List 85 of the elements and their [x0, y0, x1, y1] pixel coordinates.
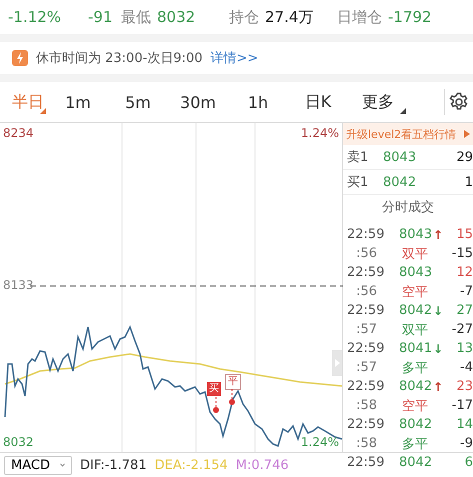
trade-change: -7 — [459, 284, 473, 299]
stat-value: 8032 — [157, 8, 196, 26]
percent-label: 1.24% — [300, 435, 339, 449]
play-icon — [464, 130, 470, 138]
trade-type: 双平 — [401, 322, 429, 338]
change-percent: -1.12% — [7, 8, 62, 26]
trend-arrow: ↓ — [433, 304, 444, 318]
trade-time: 22:59 — [347, 227, 386, 242]
trade-price: 8042 — [399, 417, 432, 432]
price-label: 8234 — [3, 126, 34, 140]
trade-price: 8042 — [399, 455, 432, 470]
trade-seconds: :57 — [355, 322, 378, 337]
upgrade-text: 升级level2看五档行情 — [346, 126, 456, 142]
period-tab[interactable]: 30m — [168, 82, 228, 122]
lightning-icon — [12, 50, 28, 66]
stat-label: 日增仓 — [337, 8, 382, 26]
notice-text: 休市时间为 23:00-次日9:00 — [36, 50, 202, 67]
period-tab[interactable]: 1m — [48, 82, 108, 122]
marker-pin — [213, 397, 219, 413]
trade-time: 22:59 — [347, 341, 386, 356]
level-label: 买1 — [347, 174, 370, 191]
percent-label: 1.24% — [300, 126, 339, 140]
trade-change: -17 — [450, 398, 473, 413]
indicator-value: DEA:-2.154 — [154, 458, 228, 472]
section-title: 分时成交 — [381, 199, 435, 217]
close-marker: 平 — [225, 374, 241, 390]
trend-arrow: ↑ — [433, 228, 444, 242]
trade-volume: 27 — [455, 303, 473, 318]
trade-time: 22:59 — [347, 379, 386, 394]
chevron-down-icon — [60, 462, 65, 468]
period-tab[interactable]: 1h — [228, 82, 288, 122]
indicator-dropdown[interactable]: MACD — [4, 456, 72, 474]
period-tab[interactable]: 5m — [108, 82, 168, 122]
level-label: 卖1 — [347, 149, 370, 166]
price-label: 8133 — [3, 278, 34, 292]
trade-time: 22:59 — [347, 417, 386, 432]
period-tab[interactable]: 更多 — [348, 82, 408, 122]
trade-time: 22:59 — [347, 265, 386, 280]
level-volume: 1 — [464, 174, 473, 190]
trade-change: -15 — [450, 246, 473, 261]
details-link[interactable]: 详情>> — [210, 49, 258, 67]
period-tab[interactable]: 日K — [288, 82, 348, 122]
trade-type: 多平 — [401, 360, 429, 376]
trade-volume: 6 — [464, 455, 473, 470]
trade-price: 8042 — [399, 303, 432, 318]
trade-seconds: :56 — [355, 284, 378, 299]
stat-value: 27.4万 — [265, 8, 314, 26]
stat-label: 持仓 — [229, 8, 259, 26]
trade-change: -9 — [459, 436, 473, 451]
trade-price: 8043 — [399, 265, 432, 280]
trade-time: 22:59 — [347, 303, 386, 318]
trade-price: 8043 — [399, 227, 432, 242]
trade-type: 空平 — [401, 284, 429, 300]
level-price: 8042 — [383, 174, 418, 190]
trade-type: 多平 — [401, 436, 429, 452]
level-volume: 29 — [455, 150, 473, 164]
settings-icon[interactable] — [449, 92, 469, 112]
trade-seconds: :56 — [355, 246, 378, 261]
trade-type: 双平 — [401, 246, 429, 262]
marker-pin — [229, 389, 235, 405]
expand-handle[interactable] — [332, 350, 342, 376]
trade-volume: 14 — [455, 417, 473, 432]
trade-volume: 15 — [455, 227, 473, 242]
price-label: 8032 — [3, 435, 34, 449]
change-value: -91 — [88, 8, 114, 26]
buy-marker: 买 — [207, 382, 221, 396]
trend-arrow: ↑ — [433, 380, 444, 394]
trade-change: -4 — [459, 360, 473, 375]
trade-volume: 13 — [455, 341, 473, 356]
level-price: 8043 — [383, 150, 418, 164]
trade-seconds: :58 — [355, 436, 378, 451]
stat-value: -1792 — [388, 8, 432, 26]
trade-price: 8042 — [399, 379, 432, 394]
trade-type: 空平 — [401, 398, 429, 414]
trend-arrow: ↓ — [433, 342, 444, 356]
trade-time: 22:59 — [347, 455, 386, 470]
indicator-value: M:0.746 — [236, 458, 289, 472]
stat-label: 最低 — [121, 8, 151, 26]
trade-price: 8041 — [399, 341, 432, 356]
trade-volume: 23 — [455, 379, 473, 394]
trade-volume: 12 — [455, 265, 473, 280]
trade-seconds: :58 — [355, 398, 378, 413]
trade-seconds: :57 — [355, 360, 378, 375]
indicator-value: DIF:-1.781 — [80, 458, 147, 472]
trade-change: -27 — [450, 322, 473, 337]
